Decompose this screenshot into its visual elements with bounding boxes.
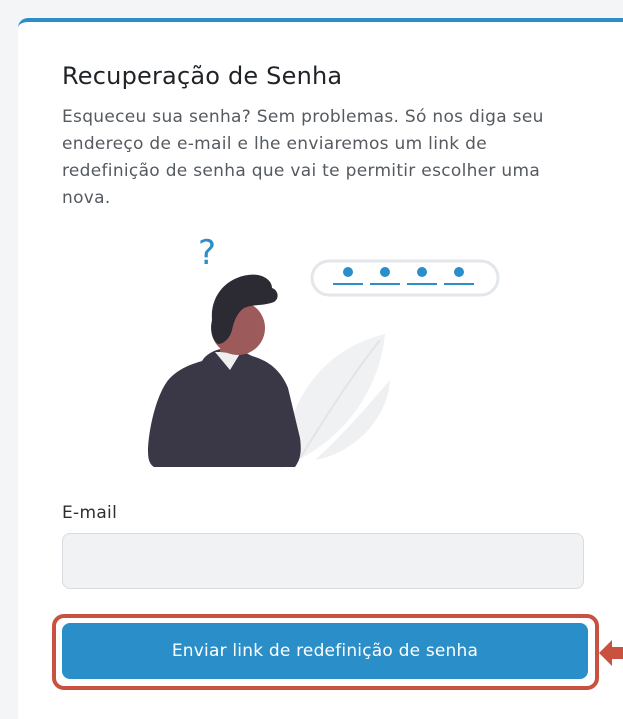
page: Recuperação de Senha Esqueceu sua senha?… bbox=[0, 0, 623, 719]
password-dot bbox=[380, 267, 390, 277]
send-reset-link-button[interactable]: Enviar link de redefinição de senha bbox=[62, 623, 588, 679]
question-mark: ? bbox=[198, 233, 216, 273]
email-input[interactable] bbox=[62, 533, 584, 589]
password-dot bbox=[454, 267, 464, 277]
password-dot bbox=[417, 267, 427, 277]
email-label: E-mail bbox=[62, 503, 118, 523]
page-title: Recuperação de Senha bbox=[62, 62, 343, 90]
arrow-left-pointer-icon bbox=[599, 640, 623, 666]
password-dot bbox=[343, 267, 353, 277]
person-figure bbox=[148, 274, 301, 467]
password-dots-bubble bbox=[310, 259, 500, 297]
forgot-password-illustration: ? bbox=[148, 233, 500, 468]
page-description: Esqueceu sua senha? Sem problemas. Só no… bbox=[62, 107, 544, 208]
